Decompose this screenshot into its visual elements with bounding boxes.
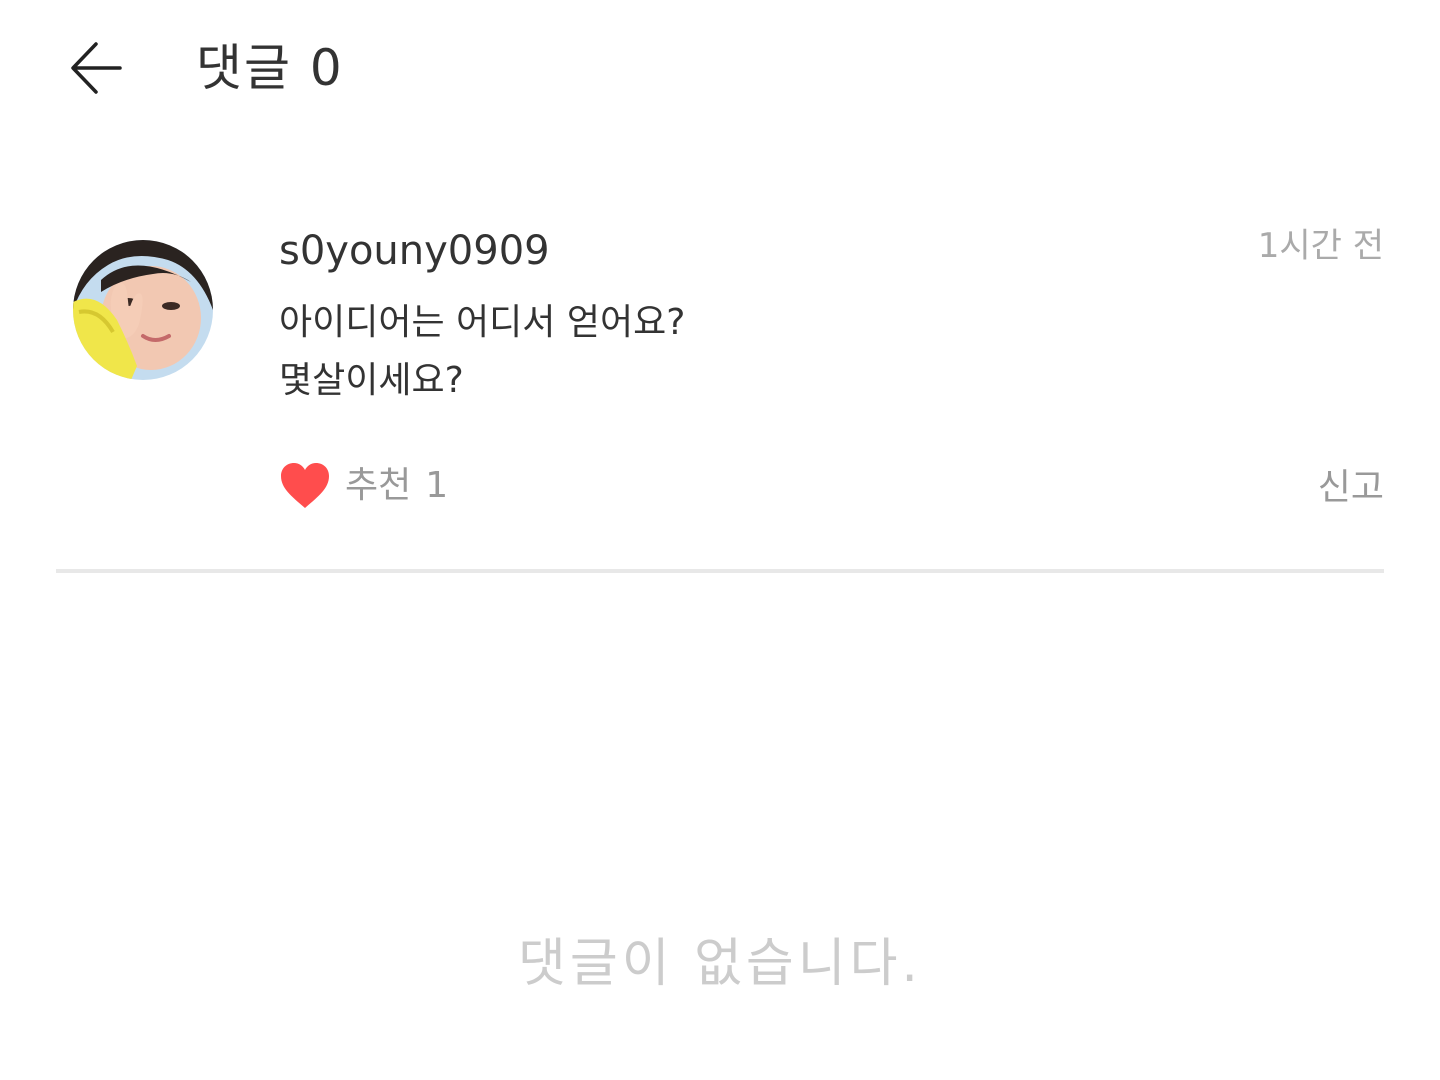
- arrow-left-icon: [71, 42, 122, 94]
- like-label: 추천: [345, 465, 412, 506]
- page-title: 댓글 0: [196, 39, 344, 97]
- like-button[interactable]: 추천 1: [279, 458, 448, 514]
- like-count: 1: [425, 465, 449, 506]
- header-bar: 댓글 0: [0, 0, 1440, 140]
- back-button[interactable]: [56, 28, 136, 108]
- empty-replies-message: 댓글이 없습니다.: [518, 934, 922, 994]
- avatar[interactable]: [73, 240, 213, 380]
- comment-text-line: 아이디어는 어디서 얻어요?: [279, 302, 686, 343]
- report-button[interactable]: 신고: [1318, 460, 1384, 516]
- divider: [56, 569, 1384, 573]
- comment-username[interactable]: s0youny0909: [279, 226, 550, 276]
- comment-text: 아이디어는 어디서 얻어요? 몇살이세요?: [279, 294, 1279, 410]
- avatar-image: [73, 240, 213, 380]
- comment-timestamp: 1시간 전: [1257, 226, 1384, 266]
- comment-item: s0youny0909 1시간 전 아이디어는 어디서 얻어요? 몇살이세요? …: [56, 220, 1384, 572]
- comment-text-line: 몇살이세요?: [279, 360, 464, 401]
- heart-icon: [281, 463, 329, 508]
